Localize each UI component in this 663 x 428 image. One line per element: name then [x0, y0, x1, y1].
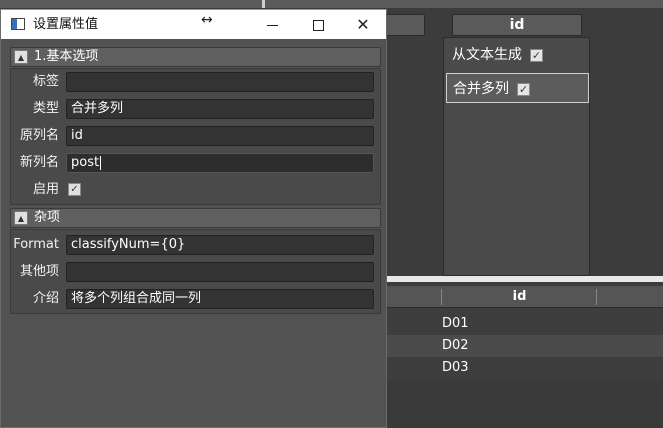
maximize-button[interactable] — [295, 10, 341, 39]
horizontal-scrollbar[interactable] — [386, 276, 663, 282]
close-icon: ✕ — [356, 15, 370, 34]
background-column-header-id[interactable]: id — [452, 14, 582, 36]
panel-item-merge-columns[interactable]: 合并多列 ✓ — [446, 73, 589, 103]
table-row[interactable]: D03 — [386, 357, 663, 379]
background-splitter[interactable] — [262, 0, 265, 8]
property-row-description: 介绍 将多个列组合成同一列 — [11, 286, 380, 312]
property-label: Format — [13, 237, 59, 252]
text-caret — [100, 155, 102, 170]
background-toolbar-strip — [0, 0, 663, 8]
table-row[interactable]: D01 — [386, 313, 663, 335]
property-label: 原列名 — [19, 128, 59, 143]
column-separator[interactable] — [596, 289, 597, 305]
property-label: 类型 — [32, 101, 59, 116]
grid-header-row: id — [386, 286, 663, 308]
grid-column-header-id[interactable]: id — [442, 286, 597, 308]
property-label: 标签 — [32, 74, 59, 89]
property-row-type: 类型 合并多列 — [11, 96, 380, 122]
section-title: 1.基本选项 — [34, 49, 99, 64]
dialog-title: 设置属性值 — [33, 17, 99, 32]
collapse-triangle-icon[interactable]: ▲ — [14, 50, 28, 64]
property-row-other: 其他项 — [11, 259, 380, 285]
panel-item-label: 从文本生成 — [452, 47, 522, 63]
collapse-triangle-icon[interactable]: ▲ — [14, 211, 28, 225]
property-label: 启用 — [32, 182, 59, 197]
new-column-value: post — [71, 155, 100, 170]
description-field[interactable]: 将多个列组合成同一列 — [66, 289, 374, 309]
tag-field[interactable] — [66, 72, 374, 92]
table-cell: D03 — [442, 360, 469, 375]
property-row-source-column: 原列名 id — [11, 123, 380, 149]
property-label: 新列名 — [19, 155, 59, 170]
minimize-button[interactable] — [249, 10, 295, 39]
property-row-enabled: 启用 ✓ — [11, 177, 380, 203]
section-body-basic: 标签 类型 合并多列 原列名 id 新列名 post 启用 ✓ — [10, 68, 381, 205]
section-header-basic[interactable]: ▲ 1.基本选项 — [10, 47, 381, 67]
property-label: 介绍 — [32, 291, 59, 306]
checkbox-icon[interactable]: ✓ — [530, 48, 543, 62]
other-field[interactable] — [66, 262, 374, 282]
property-row-tag: 标签 — [11, 69, 380, 95]
panel-item-label: 合并多列 — [453, 81, 509, 97]
checkbox-icon[interactable]: ✓ — [517, 82, 530, 96]
section-header-misc[interactable]: ▲ 杂项 — [10, 208, 381, 228]
section-body-misc: Format classifyNum={0} 其他项 介绍 将多个列组合成同一列 — [10, 229, 381, 314]
dialog-titlebar[interactable]: 设置属性值 ↔ ✕ — [1, 10, 386, 39]
table-row[interactable]: D02 — [386, 335, 663, 357]
app-window-icon — [11, 18, 25, 30]
table-cell: D02 — [442, 338, 469, 353]
source-column-field[interactable]: id — [66, 126, 374, 146]
background-property-panel: 从文本生成 ✓ 合并多列 ✓ — [443, 37, 590, 276]
property-row-format: Format classifyNum={0} — [11, 232, 380, 258]
property-dialog: 设置属性值 ↔ ✕ ▲ 1.基本选项 标签 类型 合并多列 原列名 id 新列名… — [0, 9, 387, 428]
format-field[interactable]: classifyNum={0} — [66, 235, 374, 255]
maximize-icon — [312, 20, 324, 31]
close-button[interactable]: ✕ — [340, 10, 386, 39]
minimize-icon — [266, 25, 278, 26]
type-field[interactable]: 合并多列 — [66, 99, 374, 119]
new-column-field[interactable]: post — [66, 153, 374, 173]
background-empty-area — [386, 381, 663, 428]
resize-cursor-icon: ↔ — [201, 12, 213, 28]
property-row-new-column: 新列名 post — [11, 150, 380, 176]
property-label: 其他项 — [19, 264, 59, 279]
panel-item-from-text[interactable]: 从文本生成 ✓ — [450, 40, 586, 70]
background-data-grid: id D01 D02 D03 — [386, 286, 663, 381]
section-title: 杂项 — [34, 210, 61, 225]
table-cell: D01 — [442, 316, 469, 331]
enabled-checkbox[interactable]: ✓ — [68, 183, 81, 196]
